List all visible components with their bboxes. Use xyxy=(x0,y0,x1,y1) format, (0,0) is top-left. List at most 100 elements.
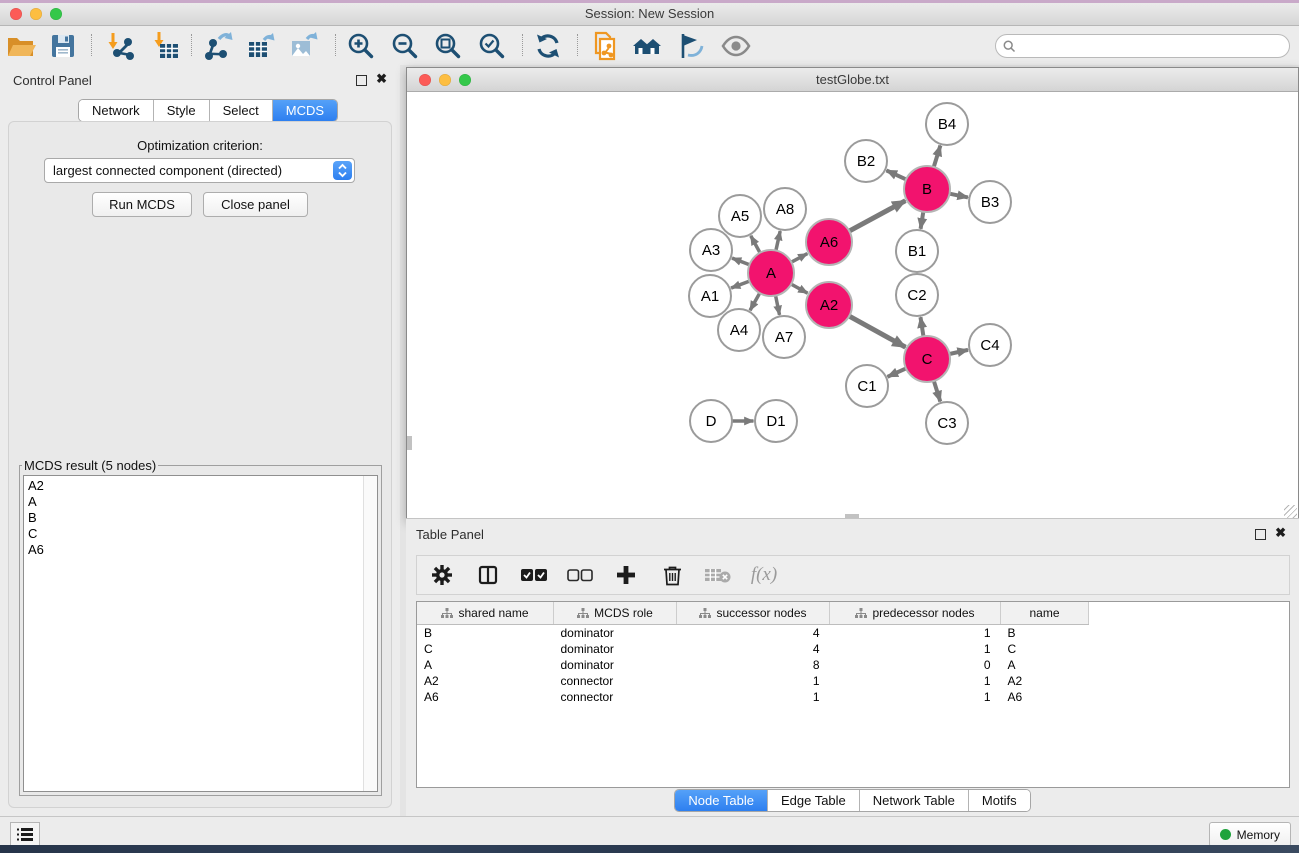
export-network-icon[interactable] xyxy=(201,29,235,63)
mcds-result-item[interactable]: B xyxy=(28,510,377,526)
column-header-shared-name[interactable]: shared name xyxy=(417,602,554,625)
table-row[interactable]: Cdominator41C xyxy=(417,641,1106,657)
graph-edge-A-A6[interactable] xyxy=(791,254,807,263)
vertical-scroll-thumb[interactable] xyxy=(407,436,412,450)
cell[interactable]: A2 xyxy=(1001,673,1089,689)
task-history-button[interactable] xyxy=(10,822,40,847)
cell[interactable]: 1 xyxy=(677,689,830,705)
cell[interactable]: dominator xyxy=(554,641,677,657)
cell[interactable]: 1 xyxy=(830,641,1001,657)
table-row[interactable]: A2connector11A2 xyxy=(417,673,1106,689)
table-row[interactable]: Adominator80A xyxy=(417,657,1106,673)
import-table-icon[interactable] xyxy=(149,29,183,63)
graph-edge-B-B2[interactable] xyxy=(886,170,906,179)
select-all-icon[interactable] xyxy=(521,562,547,588)
column-header-name[interactable]: name xyxy=(1001,602,1089,625)
close-panel-button[interactable]: Close panel xyxy=(203,192,308,217)
mcds-result-item[interactable]: A6 xyxy=(28,542,377,558)
cell[interactable]: dominator xyxy=(554,657,677,673)
cell[interactable]: A xyxy=(1001,657,1089,673)
cell[interactable]: 1 xyxy=(830,689,1001,705)
graph-edge-A2-C[interactable] xyxy=(849,316,905,347)
graph-edge-B-B4[interactable] xyxy=(934,146,941,168)
split-view-icon[interactable] xyxy=(475,562,501,588)
cell[interactable]: 8 xyxy=(677,657,830,673)
cell[interactable]: 1 xyxy=(830,673,1001,689)
column-header-predecessor-nodes[interactable]: predecessor nodes xyxy=(830,602,1001,625)
mcds-result-item[interactable]: A2 xyxy=(28,478,377,494)
export-image-icon[interactable] xyxy=(287,29,321,63)
export-table-icon[interactable] xyxy=(244,29,278,63)
tab-mcds[interactable]: MCDS xyxy=(273,100,337,121)
zoom-fit-icon[interactable] xyxy=(431,29,465,63)
graph-edge-A-A4[interactable] xyxy=(750,293,760,310)
float-panel-icon[interactable] xyxy=(356,75,367,86)
run-mcds-button[interactable]: Run MCDS xyxy=(92,192,192,217)
cell[interactable]: 1 xyxy=(830,625,1001,642)
refresh-view-icon[interactable] xyxy=(531,29,565,63)
graph-edge-A-A3[interactable] xyxy=(732,258,750,265)
cell[interactable]: connector xyxy=(554,689,677,705)
save-session-icon[interactable] xyxy=(46,29,80,63)
tab-select[interactable]: Select xyxy=(210,100,273,121)
network-from-file-icon[interactable] xyxy=(588,29,622,63)
cell[interactable]: 4 xyxy=(677,625,830,642)
tab-network-table[interactable]: Network Table xyxy=(860,790,969,811)
add-column-icon[interactable] xyxy=(613,562,639,588)
graph-edge-A6-B[interactable] xyxy=(849,201,905,231)
result-scrollbar[interactable] xyxy=(363,476,377,791)
cell[interactable]: B xyxy=(1001,625,1089,642)
tab-motifs[interactable]: Motifs xyxy=(969,790,1030,811)
cell[interactable]: A xyxy=(417,657,554,673)
delete-table-icon[interactable] xyxy=(705,562,731,588)
graph-edge-A-A5[interactable] xyxy=(751,236,760,253)
search-input[interactable] xyxy=(1016,37,1289,55)
cell[interactable]: B xyxy=(417,625,554,642)
zoom-in-icon[interactable] xyxy=(344,29,378,63)
mcds-result-item[interactable]: C xyxy=(28,526,377,542)
show-graphics-details-icon[interactable] xyxy=(719,29,753,63)
graph-edge-A-A8[interactable] xyxy=(776,231,780,251)
float-table-panel-icon[interactable] xyxy=(1255,529,1266,540)
cell[interactable]: 1 xyxy=(677,673,830,689)
tab-node-table[interactable]: Node Table xyxy=(675,790,768,811)
zoom-out-icon[interactable] xyxy=(388,29,422,63)
graph-edge-C-C1[interactable] xyxy=(888,368,907,376)
cell[interactable]: 4 xyxy=(677,641,830,657)
cell[interactable]: connector xyxy=(554,673,677,689)
graph-edge-B-B3[interactable] xyxy=(950,194,968,198)
criterion-select[interactable]: largest connected component (directed) xyxy=(44,158,355,183)
tab-network[interactable]: Network xyxy=(79,100,154,121)
network-canvas[interactable]: B4B2BB3A8A5A6A3B1AA1C2A2A4A7C4CC1DD1C3 xyxy=(407,92,1298,519)
graph-edge-C-C4[interactable] xyxy=(949,350,968,354)
tab-edge-table[interactable]: Edge Table xyxy=(768,790,860,811)
close-table-panel-icon[interactable]: ✖ xyxy=(1275,525,1286,541)
cell[interactable]: 0 xyxy=(830,657,1001,673)
cell[interactable]: dominator xyxy=(554,625,677,642)
graph-edge-B-B1[interactable] xyxy=(921,212,924,229)
mcds-result-item[interactable]: A xyxy=(28,494,377,510)
hide-graphics-details-icon[interactable] xyxy=(674,29,708,63)
graph-edge-A-A7[interactable] xyxy=(776,296,780,315)
function-builder-icon[interactable]: f(x) xyxy=(751,562,777,588)
cell[interactable]: C xyxy=(1001,641,1089,657)
table-row[interactable]: A6connector11A6 xyxy=(417,689,1106,705)
resize-grip[interactable] xyxy=(1284,505,1297,518)
settings-icon[interactable] xyxy=(429,562,455,588)
cell[interactable]: A6 xyxy=(417,689,554,705)
delete-column-icon[interactable] xyxy=(659,562,685,588)
table-row[interactable]: Bdominator41B xyxy=(417,625,1106,642)
graph-edge-A-A1[interactable] xyxy=(731,281,749,288)
graph-edge-C-C2[interactable] xyxy=(920,317,923,336)
graph-edge-C-C3[interactable] xyxy=(934,381,940,402)
open-file-icon[interactable] xyxy=(3,29,37,63)
tab-style[interactable]: Style xyxy=(154,100,210,121)
deselect-all-icon[interactable] xyxy=(567,562,593,588)
graph-edge-A-A2[interactable] xyxy=(791,284,807,293)
zoom-selected-icon[interactable] xyxy=(475,29,509,63)
memory-button[interactable]: Memory xyxy=(1209,822,1291,847)
home-layout-icon[interactable] xyxy=(630,29,664,63)
cell[interactable]: C xyxy=(417,641,554,657)
mcds-result-list[interactable]: A2ABCA6 xyxy=(23,475,378,792)
node-table[interactable]: shared nameMCDS rolesuccessor nodesprede… xyxy=(416,601,1290,788)
